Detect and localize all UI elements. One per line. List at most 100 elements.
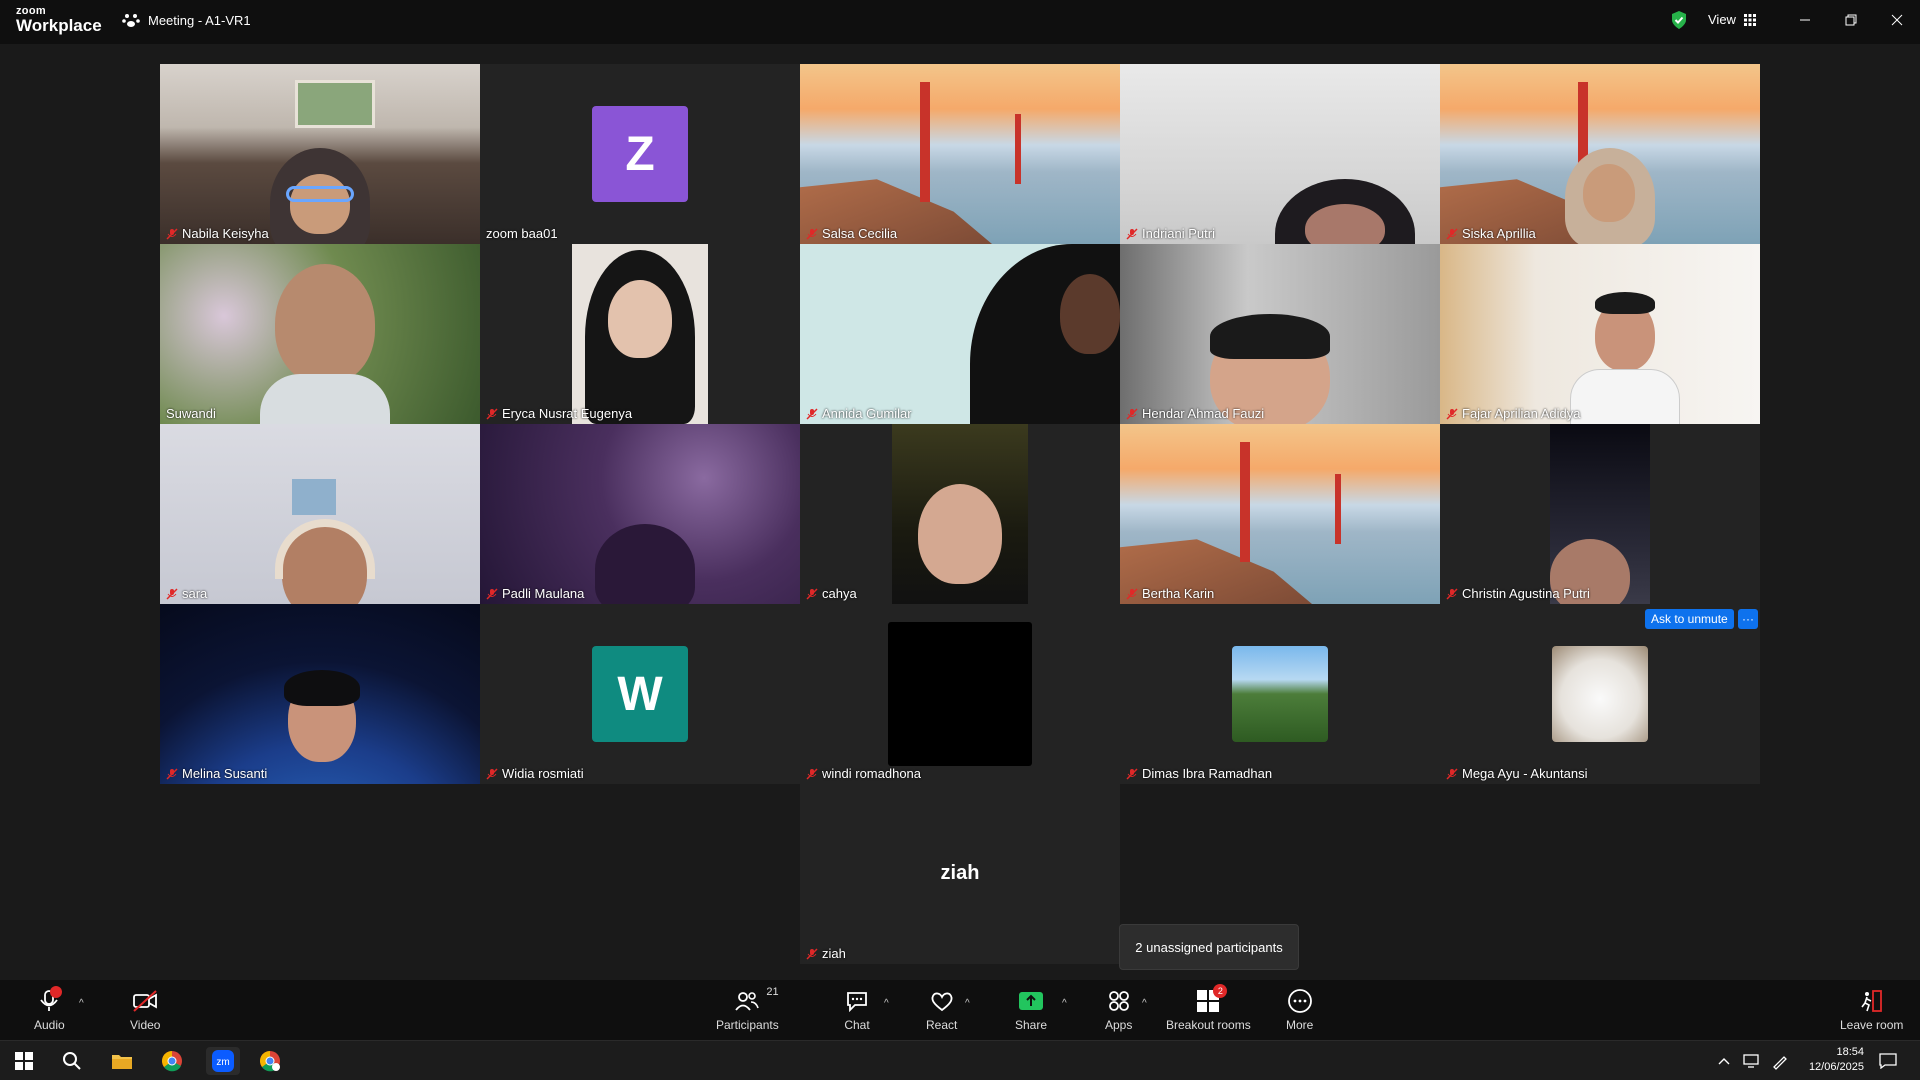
windows-start-icon[interactable]: [10, 1047, 38, 1075]
apps-options-caret-icon[interactable]: ^: [1142, 998, 1147, 1009]
video-tile[interactable]: Melina Susanti: [160, 604, 480, 784]
chrome-icon[interactable]: [158, 1047, 186, 1075]
avatar: [1232, 646, 1328, 742]
muted-mic-icon: [1126, 767, 1138, 780]
muted-mic-icon: [166, 767, 178, 780]
muted-mic-icon: [806, 227, 818, 240]
video-tile[interactable]: Nabila Keisyha: [160, 64, 480, 244]
video-tile[interactable]: Salsa Cecilia: [800, 64, 1120, 244]
grid-icon: [1743, 13, 1756, 26]
participants-icon: 21: [722, 986, 779, 1014]
video-tile[interactable]: sara: [160, 424, 480, 604]
ask-to-unmute-button[interactable]: Ask to unmute: [1645, 609, 1734, 629]
chat-options-caret-icon[interactable]: ^: [884, 998, 889, 1009]
audio-options-caret-icon[interactable]: ^: [79, 998, 84, 1009]
participant-name: windi romadhona: [806, 766, 921, 781]
muted-mic-icon: [1446, 227, 1458, 240]
video-tile[interactable]: Indriani Putri: [1120, 64, 1440, 244]
react-options-caret-icon[interactable]: ^: [965, 998, 970, 1009]
logo-bottom-text: Workplace: [16, 16, 102, 35]
muted-mic-icon: [166, 227, 178, 240]
clock-date: 12/06/2025: [1808, 1061, 1864, 1073]
participant-display-name: ziah: [940, 862, 980, 884]
muted-mic-icon: [486, 587, 498, 600]
muted-mic-icon: [1446, 587, 1458, 600]
muted-mic-icon: [1126, 407, 1138, 420]
participant-name: Dimas Ibra Ramadhan: [1126, 766, 1272, 781]
muted-mic-icon: [36, 986, 63, 1014]
chat-button[interactable]: Chat: [844, 988, 870, 1032]
video-tile[interactable]: Hendar Ahmad Fauzi: [1120, 244, 1440, 424]
video-tile-active-speaker[interactable]: Suwandi: [160, 244, 480, 424]
muted-mic-icon: [1126, 227, 1138, 240]
video-tile[interactable]: Mega Ayu - Akuntansi: [1440, 604, 1760, 784]
muted-mic-icon: [1446, 407, 1458, 420]
meeting-title-text: Meeting - A1-VR1: [148, 12, 251, 28]
participant-name: cahya: [806, 586, 857, 601]
system-clock[interactable]: 18:54 12/06/2025: [1800, 1045, 1864, 1075]
view-button[interactable]: View: [1708, 12, 1756, 27]
chevron-up-icon[interactable]: [1714, 1047, 1734, 1075]
video-tile[interactable]: Annida Gumilar: [800, 244, 1120, 424]
participant-name: ziah: [806, 946, 846, 961]
breakout-rooms-button[interactable]: 2 Breakout rooms: [1166, 984, 1251, 1032]
participants-button[interactable]: 21 Participants: [716, 986, 779, 1032]
audio-button[interactable]: Audio: [34, 986, 65, 1032]
meeting-toolbar: Audio ^ Video 21 Participants Chat ^ Rea…: [0, 980, 1920, 1040]
video-tile[interactable]: Christin Agustina Putri: [1440, 424, 1760, 604]
more-button[interactable]: More: [1286, 988, 1313, 1032]
video-tile[interactable]: Dimas Ibra Ramadhan: [1120, 604, 1440, 784]
react-button[interactable]: React: [926, 988, 957, 1032]
muted-mic-icon: [166, 587, 178, 600]
windows-taskbar: zm 18:54 12/06/2025: [0, 1040, 1920, 1080]
muted-mic-icon: [486, 767, 498, 780]
video-tile[interactable]: W Widia rosmiati: [480, 604, 800, 784]
participant-name: zoom baa01: [486, 226, 558, 241]
leave-room-button[interactable]: Leave room: [1840, 988, 1903, 1032]
network-icon[interactable]: [1740, 1047, 1764, 1075]
notifications-icon[interactable]: [1874, 1047, 1902, 1075]
pen-icon[interactable]: [1768, 1047, 1792, 1075]
minimize-icon[interactable]: [1795, 10, 1815, 30]
svg-text:zm: zm: [216, 1057, 229, 1068]
encryption-shield-icon[interactable]: [1670, 10, 1688, 35]
close-icon[interactable]: [1887, 10, 1907, 30]
zoom-logo: zoom Workplace: [16, 6, 102, 35]
zoom-app-icon[interactable]: zm: [206, 1047, 240, 1075]
muted-mic-icon: [1446, 767, 1458, 780]
participant-name: Widia rosmiati: [486, 766, 584, 781]
apps-icon: [1106, 988, 1132, 1014]
unassigned-participants-tooltip: 2 unassigned participants: [1119, 924, 1299, 970]
participant-name: Annida Gumilar: [806, 406, 912, 421]
view-label: View: [1708, 12, 1736, 27]
participant-name: Melina Susanti: [166, 766, 267, 781]
restore-icon[interactable]: [1841, 10, 1861, 30]
search-icon[interactable]: [58, 1047, 86, 1075]
participant-name: Nabila Keisyha: [166, 226, 269, 241]
video-tile[interactable]: cahya: [800, 424, 1120, 604]
participant-name: Salsa Cecilia: [806, 226, 897, 241]
share-options-caret-icon[interactable]: ^: [1062, 998, 1067, 1009]
apps-button[interactable]: Apps: [1105, 988, 1132, 1032]
video-tile[interactable]: ziah ziah: [800, 784, 1120, 964]
video-gallery: Nabila Keisyha Z zoom baa01 Salsa Cecili…: [0, 44, 1920, 980]
tile-more-button[interactable]: ···: [1738, 609, 1758, 629]
video-tile[interactable]: Padli Maulana: [480, 424, 800, 604]
muted-mic-icon: [1126, 587, 1138, 600]
participant-name: Fajar Aprilian Adidya: [1446, 406, 1581, 421]
meeting-title[interactable]: Meeting - A1-VR1: [122, 12, 251, 28]
video-tile[interactable]: Siska Aprillia: [1440, 64, 1760, 244]
video-button[interactable]: Video: [130, 988, 160, 1032]
chrome-profile-icon[interactable]: [256, 1047, 284, 1075]
file-explorer-icon[interactable]: [108, 1047, 136, 1075]
share-button[interactable]: Share: [1015, 988, 1047, 1032]
participant-name: Padli Maulana: [486, 586, 584, 601]
muted-mic-icon: [806, 587, 818, 600]
breakout-rooms-icon: 2: [1195, 984, 1228, 1014]
video-tile[interactable]: Fajar Aprilian Adidya: [1440, 244, 1760, 424]
video-tile[interactable]: windi romadhona: [800, 604, 1120, 784]
video-tile[interactable]: Z zoom baa01: [480, 64, 800, 244]
video-tile[interactable]: Eryca Nusrat Eugenya: [480, 244, 800, 424]
video-tile[interactable]: Bertha Karin: [1120, 424, 1440, 604]
more-icon: [1287, 988, 1313, 1014]
